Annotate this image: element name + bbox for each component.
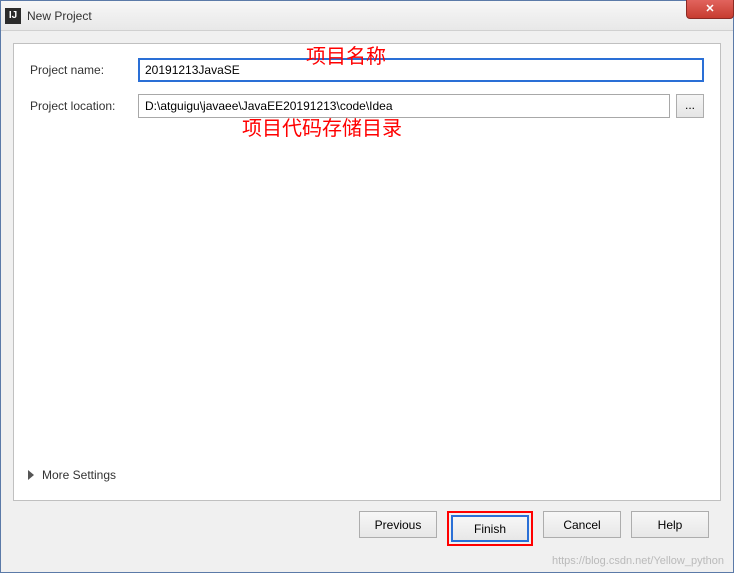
chevron-right-icon (28, 470, 34, 480)
project-name-input[interactable] (138, 58, 704, 82)
button-bar: Previous Finish Cancel Help (13, 501, 721, 560)
project-name-row: Project name: (30, 58, 704, 82)
close-icon: ✕ (705, 2, 714, 15)
finish-highlight: Finish (447, 511, 533, 546)
close-button[interactable]: ✕ (686, 0, 734, 19)
window-title: New Project (27, 9, 92, 23)
cancel-button[interactable]: Cancel (543, 511, 621, 538)
finish-button[interactable]: Finish (451, 515, 529, 542)
project-location-row: Project location: ... (30, 94, 704, 118)
help-button[interactable]: Help (631, 511, 709, 538)
project-name-label: Project name: (30, 63, 138, 77)
project-location-label: Project location: (30, 99, 138, 113)
project-location-input[interactable] (138, 94, 670, 118)
more-settings-toggle[interactable]: More Settings (28, 468, 116, 482)
browse-button[interactable]: ... (676, 94, 704, 118)
titlebar: IJ New Project ✕ (1, 1, 733, 31)
more-settings-label: More Settings (42, 468, 116, 482)
new-project-window: IJ New Project ✕ Project name: Project l… (0, 0, 734, 573)
form-panel: Project name: Project location: ... 项目名称… (13, 43, 721, 501)
previous-button[interactable]: Previous (359, 511, 437, 538)
app-icon: IJ (5, 8, 21, 24)
content-area: Project name: Project location: ... 项目名称… (1, 31, 733, 572)
